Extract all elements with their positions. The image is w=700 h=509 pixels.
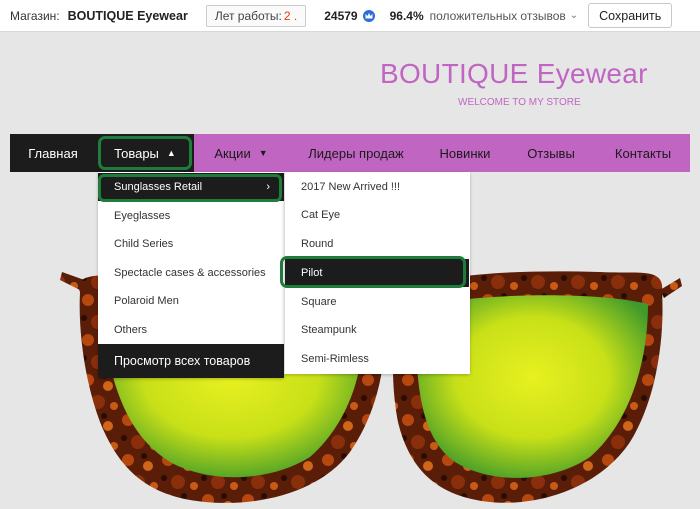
years-badge: Лет работы: 2 .	[205, 4, 307, 27]
nav-reviews[interactable]: Отзывы	[520, 134, 582, 172]
positive-feedback-label[interactable]: положительных отзывов	[430, 9, 566, 23]
nav-home[interactable]: Главная	[10, 134, 96, 172]
subcategory-dropdown: 2017 New Arrived !!! Cat Eye Round Pilot…	[280, 172, 470, 374]
menu-item-others[interactable]: Others	[98, 316, 284, 344]
menu-item-label: Child Series	[114, 238, 174, 250]
store-info-bar: Магазин: BOUTIQUE Eyewear Лет работы: 2 …	[0, 0, 700, 32]
submenu-item-cat-eye[interactable]: Cat Eye	[285, 201, 469, 229]
highlight-ring	[98, 174, 282, 202]
store-name[interactable]: BOUTIQUE Eyewear	[68, 9, 188, 23]
menu-item-polaroid-men[interactable]: Polaroid Men	[98, 287, 284, 315]
menu-item-label: Eyeglasses	[114, 210, 171, 222]
years-value: 2 .	[283, 8, 298, 23]
main-nav: Главная Товары ▲ Акции ▼ Лидеры продаж Н…	[10, 134, 690, 172]
menu-item-child-series[interactable]: Child Series	[98, 230, 284, 258]
nav-sales[interactable]: Акции ▼	[206, 134, 276, 172]
submenu-item-2017-new[interactable]: 2017 New Arrived !!!	[285, 173, 469, 201]
submenu-item-label: Semi-Rimless	[301, 353, 369, 365]
menu-item-label: Others	[114, 324, 148, 336]
submenu-item-steampunk[interactable]: Steampunk	[285, 316, 469, 344]
menu-item-spectacle-cases[interactable]: Spectacle cases & accessories	[98, 259, 284, 287]
positive-percent: 96.4%	[389, 8, 424, 23]
submenu-item-round[interactable]: Round	[285, 230, 469, 258]
chevron-down-icon[interactable]: ⌄	[570, 10, 578, 21]
store-brand-title: BOUTIQUE Eyewear	[380, 58, 648, 89]
submenu-item-square[interactable]: Square	[285, 288, 469, 316]
save-store-button[interactable]: Сохранить	[588, 3, 673, 28]
submenu-item-label: Round	[301, 238, 334, 250]
nav-contacts-label: Контакты	[614, 145, 672, 161]
nav-home-label: Главная	[28, 145, 78, 161]
submenu-item-semi-rimless[interactable]: Semi-Rimless	[285, 345, 469, 373]
nav-new-arrivals-label: Новинки	[439, 145, 491, 161]
store-brand-subtitle: WELCOME TO MY STORE	[458, 97, 581, 108]
nav-bestsellers[interactable]: Лидеры продаж	[296, 134, 416, 172]
crown-icon	[362, 9, 375, 22]
nav-new-arrivals[interactable]: Новинки	[430, 134, 500, 172]
submenu-item-label: Steampunk	[301, 324, 357, 336]
submenu-item-label: Cat Eye	[301, 209, 341, 221]
nav-sales-label: Акции	[214, 145, 251, 161]
highlight-ring	[280, 256, 466, 288]
store-label: Магазин:	[10, 8, 60, 23]
chevron-down-icon: ▼	[258, 148, 268, 158]
menu-item-sunglasses-retail[interactable]: Sunglasses Retail ›	[98, 173, 284, 202]
nav-goods[interactable]: Товары ▲	[96, 134, 194, 172]
nav-contacts[interactable]: Контакты	[606, 134, 680, 172]
submenu-item-label: Square	[301, 296, 337, 308]
menu-item-label: Polaroid Men	[114, 295, 179, 307]
highlight-ring	[98, 136, 192, 170]
store-score: 24579	[324, 8, 358, 23]
menu-item-label: Spectacle cases & accessories	[114, 267, 266, 279]
nav-reviews-label: Отзывы	[527, 145, 575, 161]
category-dropdown: Sunglasses Retail › Eyeglasses Child Ser…	[98, 172, 284, 378]
menu-item-eyeglasses[interactable]: Eyeglasses	[98, 202, 284, 230]
nav-bestsellers-label: Лидеры продаж	[308, 145, 404, 161]
submenu-item-label: 2017 New Arrived !!!	[301, 181, 401, 193]
years-label: Лет работы:	[214, 8, 282, 23]
view-all-products-link[interactable]: Просмотр всех товаров	[98, 344, 284, 378]
